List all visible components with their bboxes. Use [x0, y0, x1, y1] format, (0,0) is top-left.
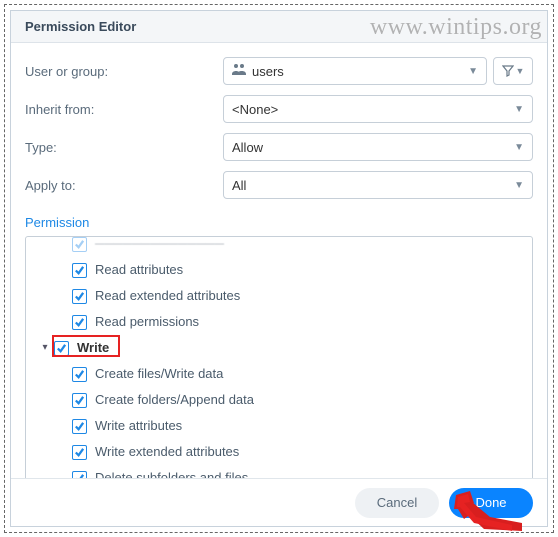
list-item: Create folders/Append data — [28, 387, 526, 413]
perm-label: Write extended attributes — [95, 442, 239, 462]
form-area: User or group: users ▼ ▼ Inherit from: — [11, 43, 547, 215]
checkbox[interactable] — [72, 445, 87, 460]
select-user-group-value: users — [252, 64, 284, 79]
checkbox[interactable] — [72, 289, 87, 304]
chevron-down-icon: ▼ — [514, 142, 524, 153]
select-inherit-value: <None> — [232, 102, 278, 117]
done-button[interactable]: Done — [449, 488, 533, 518]
perm-label: Read permissions — [95, 312, 199, 332]
perm-label: Write — [77, 338, 109, 358]
permission-editor-dialog: Permission Editor User or group: users ▼… — [10, 10, 548, 527]
select-type-value: Allow — [232, 140, 263, 155]
perm-label: Write attributes — [95, 416, 182, 436]
filter-button[interactable]: ▼ — [493, 57, 533, 85]
list-item: Write attributes — [28, 413, 526, 439]
select-user-group[interactable]: users ▼ — [223, 57, 487, 85]
checkbox[interactable] — [72, 263, 87, 278]
list-item: Read permissions — [28, 309, 526, 335]
permission-list: ────────────── Read attributes Read exte… — [25, 236, 533, 494]
row-type: Type: Allow ▼ — [25, 133, 533, 161]
chevron-down-icon: ▼ — [514, 104, 524, 115]
checkbox[interactable] — [72, 315, 87, 330]
perm-label: Read attributes — [95, 260, 183, 280]
chevron-down-icon: ▼ — [516, 66, 525, 76]
dialog-footer: Cancel Done — [11, 478, 547, 526]
funnel-icon — [502, 65, 514, 77]
row-inherit: Inherit from: <None> ▼ — [25, 95, 533, 123]
label-user-group: User or group: — [25, 64, 223, 79]
users-icon — [232, 64, 246, 79]
row-apply-to: Apply to: All ▼ — [25, 171, 533, 199]
list-item: Read attributes — [28, 257, 526, 283]
list-item: Read extended attributes — [28, 283, 526, 309]
chevron-down-icon: ▼ — [514, 180, 524, 191]
cancel-button[interactable]: Cancel — [355, 488, 439, 518]
list-item: ────────────── — [28, 237, 526, 257]
perm-label: Read extended attributes — [95, 286, 240, 306]
checkbox[interactable] — [72, 419, 87, 434]
checkbox[interactable] — [54, 341, 69, 356]
collapse-icon[interactable]: ▾ — [38, 338, 52, 358]
label-apply-to: Apply to: — [25, 178, 223, 193]
perm-label: ────────────── — [95, 237, 224, 254]
list-item: Write extended attributes — [28, 439, 526, 465]
list-item-group-write: ▾ Write — [28, 335, 526, 361]
select-apply-to[interactable]: All ▼ — [223, 171, 533, 199]
row-user-group: User or group: users ▼ ▼ — [25, 57, 533, 85]
chevron-down-icon: ▼ — [468, 66, 478, 77]
section-permission: Permission — [11, 215, 547, 236]
label-inherit: Inherit from: — [25, 102, 223, 117]
perm-label: Create files/Write data — [95, 364, 223, 384]
perm-label: Create folders/Append data — [95, 390, 254, 410]
select-type[interactable]: Allow ▼ — [223, 133, 533, 161]
select-inherit[interactable]: <None> ▼ — [223, 95, 533, 123]
list-item: Create files/Write data — [28, 361, 526, 387]
select-apply-to-value: All — [232, 178, 246, 193]
label-type: Type: — [25, 140, 223, 155]
checkbox[interactable] — [72, 367, 87, 382]
checkbox[interactable] — [72, 393, 87, 408]
checkbox[interactable] — [72, 237, 87, 252]
permission-scroll[interactable]: ────────────── Read attributes Read exte… — [26, 237, 532, 493]
dialog-title: Permission Editor — [11, 11, 547, 43]
